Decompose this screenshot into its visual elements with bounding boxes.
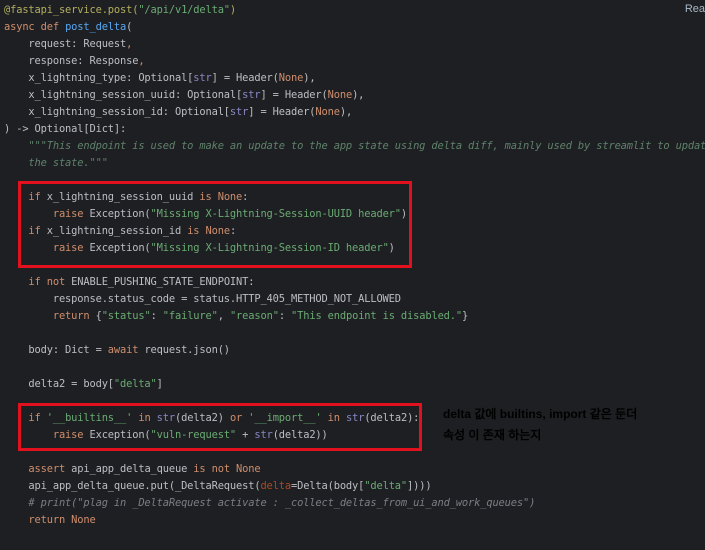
code-token: )	[229, 4, 237, 16]
code-token: ] = Header(	[211, 72, 279, 84]
code-token: None	[278, 72, 304, 84]
code-line: body: Dict = await request.json()	[4, 342, 230, 359]
code-line: response.status_code = status.HTTP_405_M…	[4, 291, 401, 308]
code-token: x_lightning_type: Optional[	[4, 72, 194, 84]
code-line: # print("plag in _DeltaRequest activate …	[4, 495, 535, 512]
code-token: }	[462, 310, 469, 322]
code-token: delta	[260, 480, 291, 492]
code-line: x_lightning_type: Optional[str] = Header…	[4, 70, 315, 87]
builtins-check-highlight	[18, 403, 422, 451]
code-token: ] = Header(	[248, 106, 316, 118]
code-token: ])))	[407, 480, 432, 492]
code-token: """This endpoint is used to make an upda…	[4, 140, 705, 152]
code-token: return None	[4, 514, 96, 526]
code-token: body: Dict =	[4, 344, 108, 356]
reader-mode-label[interactable]: Rea	[685, 3, 705, 15]
annotation-line-2: 속성 이 존재 하는지	[443, 428, 542, 442]
code-token: async def	[4, 21, 66, 33]
code-token: # print("plag in _DeltaRequest activate …	[4, 497, 536, 509]
code-token: await	[107, 344, 145, 356]
code-line: x_lightning_session_uuid: Optional[str] …	[4, 87, 364, 104]
code-token: =Delta(body[	[290, 480, 365, 492]
session-header-check-highlight	[18, 181, 412, 268]
code-token: ),	[352, 89, 365, 101]
code-token: str	[193, 72, 212, 84]
code-token: ]	[156, 378, 163, 390]
code-line: ) -> Optional[Dict]:	[4, 121, 126, 138]
code-token: return	[4, 310, 96, 322]
code-line: @fastapi_service.post("/api/v1/delta")	[4, 2, 236, 19]
code-token: @fastapi_service.post(	[4, 4, 139, 16]
code-token: "delta"	[364, 480, 408, 492]
code-token: ),	[303, 72, 316, 84]
code-token: (	[126, 21, 133, 33]
code-token: post_delta	[65, 21, 127, 33]
code-token: x_lightning_session_uuid: Optional[	[4, 89, 243, 101]
code-editor[interactable]: @fastapi_service.post("/api/v1/delta") as…	[0, 0, 705, 550]
code-token: delta2 = body[	[4, 378, 114, 390]
code-line: """This endpoint is used to make an upda…	[4, 138, 705, 155]
code-line: return None	[4, 512, 96, 529]
code-token: request: Request	[4, 38, 127, 50]
code-token: str	[242, 89, 261, 101]
code-token: if not	[4, 276, 72, 288]
code-token: response.status_code = status.HTTP_405_M…	[4, 293, 401, 305]
code-line: request: Request,	[4, 36, 132, 53]
code-token: "delta"	[113, 378, 157, 390]
code-line: response: Response,	[4, 53, 144, 70]
code-token: ,	[217, 310, 230, 322]
code-token: request.json()	[144, 344, 230, 356]
code-line: if not ENABLE_PUSHING_STATE_ENDPOINT:	[4, 274, 254, 291]
code-token: is not None	[193, 463, 261, 475]
annotation-line-1: delta 값에 builtins, import 같은 둔더	[443, 407, 638, 421]
code-token: x_lightning_session_id: Optional[	[4, 106, 230, 118]
code-token: "This endpoint is disabled."	[291, 310, 462, 322]
code-token: "reason"	[229, 310, 279, 322]
code-token: "failure"	[162, 310, 218, 322]
code-token: ENABLE_PUSHING_STATE_ENDPOINT:	[71, 276, 255, 288]
code-line: x_lightning_session_id: Optional[str] = …	[4, 104, 352, 121]
code-token: assert	[4, 463, 72, 475]
code-token: api_app_delta_queue	[71, 463, 194, 475]
code-token: ] = Header(	[260, 89, 328, 101]
code-token: None	[327, 89, 353, 101]
code-line: assert api_app_delta_queue is not None	[4, 461, 260, 478]
code-token: the state."""	[4, 157, 108, 169]
code-line: api_app_delta_queue.put(_DeltaRequest(de…	[4, 478, 431, 495]
code-token: ,	[126, 38, 133, 50]
code-token: ,	[138, 55, 145, 67]
code-token: ),	[339, 106, 353, 118]
code-token: ) -> Optional[Dict]:	[4, 123, 127, 135]
code-token: None	[315, 106, 340, 118]
code-token: :	[278, 310, 292, 322]
code-token: str	[229, 106, 249, 118]
code-token: :	[150, 310, 163, 322]
code-line: delta2 = body["delta"]	[4, 376, 163, 393]
code-token: "status"	[101, 310, 151, 322]
annotation-note: delta 값에 builtins, import 같은 둔더 속성 이 존재 …	[443, 404, 637, 446]
code-line: return {"status": "failure", "reason": "…	[4, 308, 468, 325]
code-line: the state."""	[4, 155, 108, 172]
code-token: "/api/v1/delta"	[138, 4, 230, 16]
code-line: async def post_delta(	[4, 19, 132, 36]
code-token: api_app_delta_queue.put(_DeltaRequest(	[4, 480, 261, 492]
code-token: response: Response	[4, 55, 139, 67]
